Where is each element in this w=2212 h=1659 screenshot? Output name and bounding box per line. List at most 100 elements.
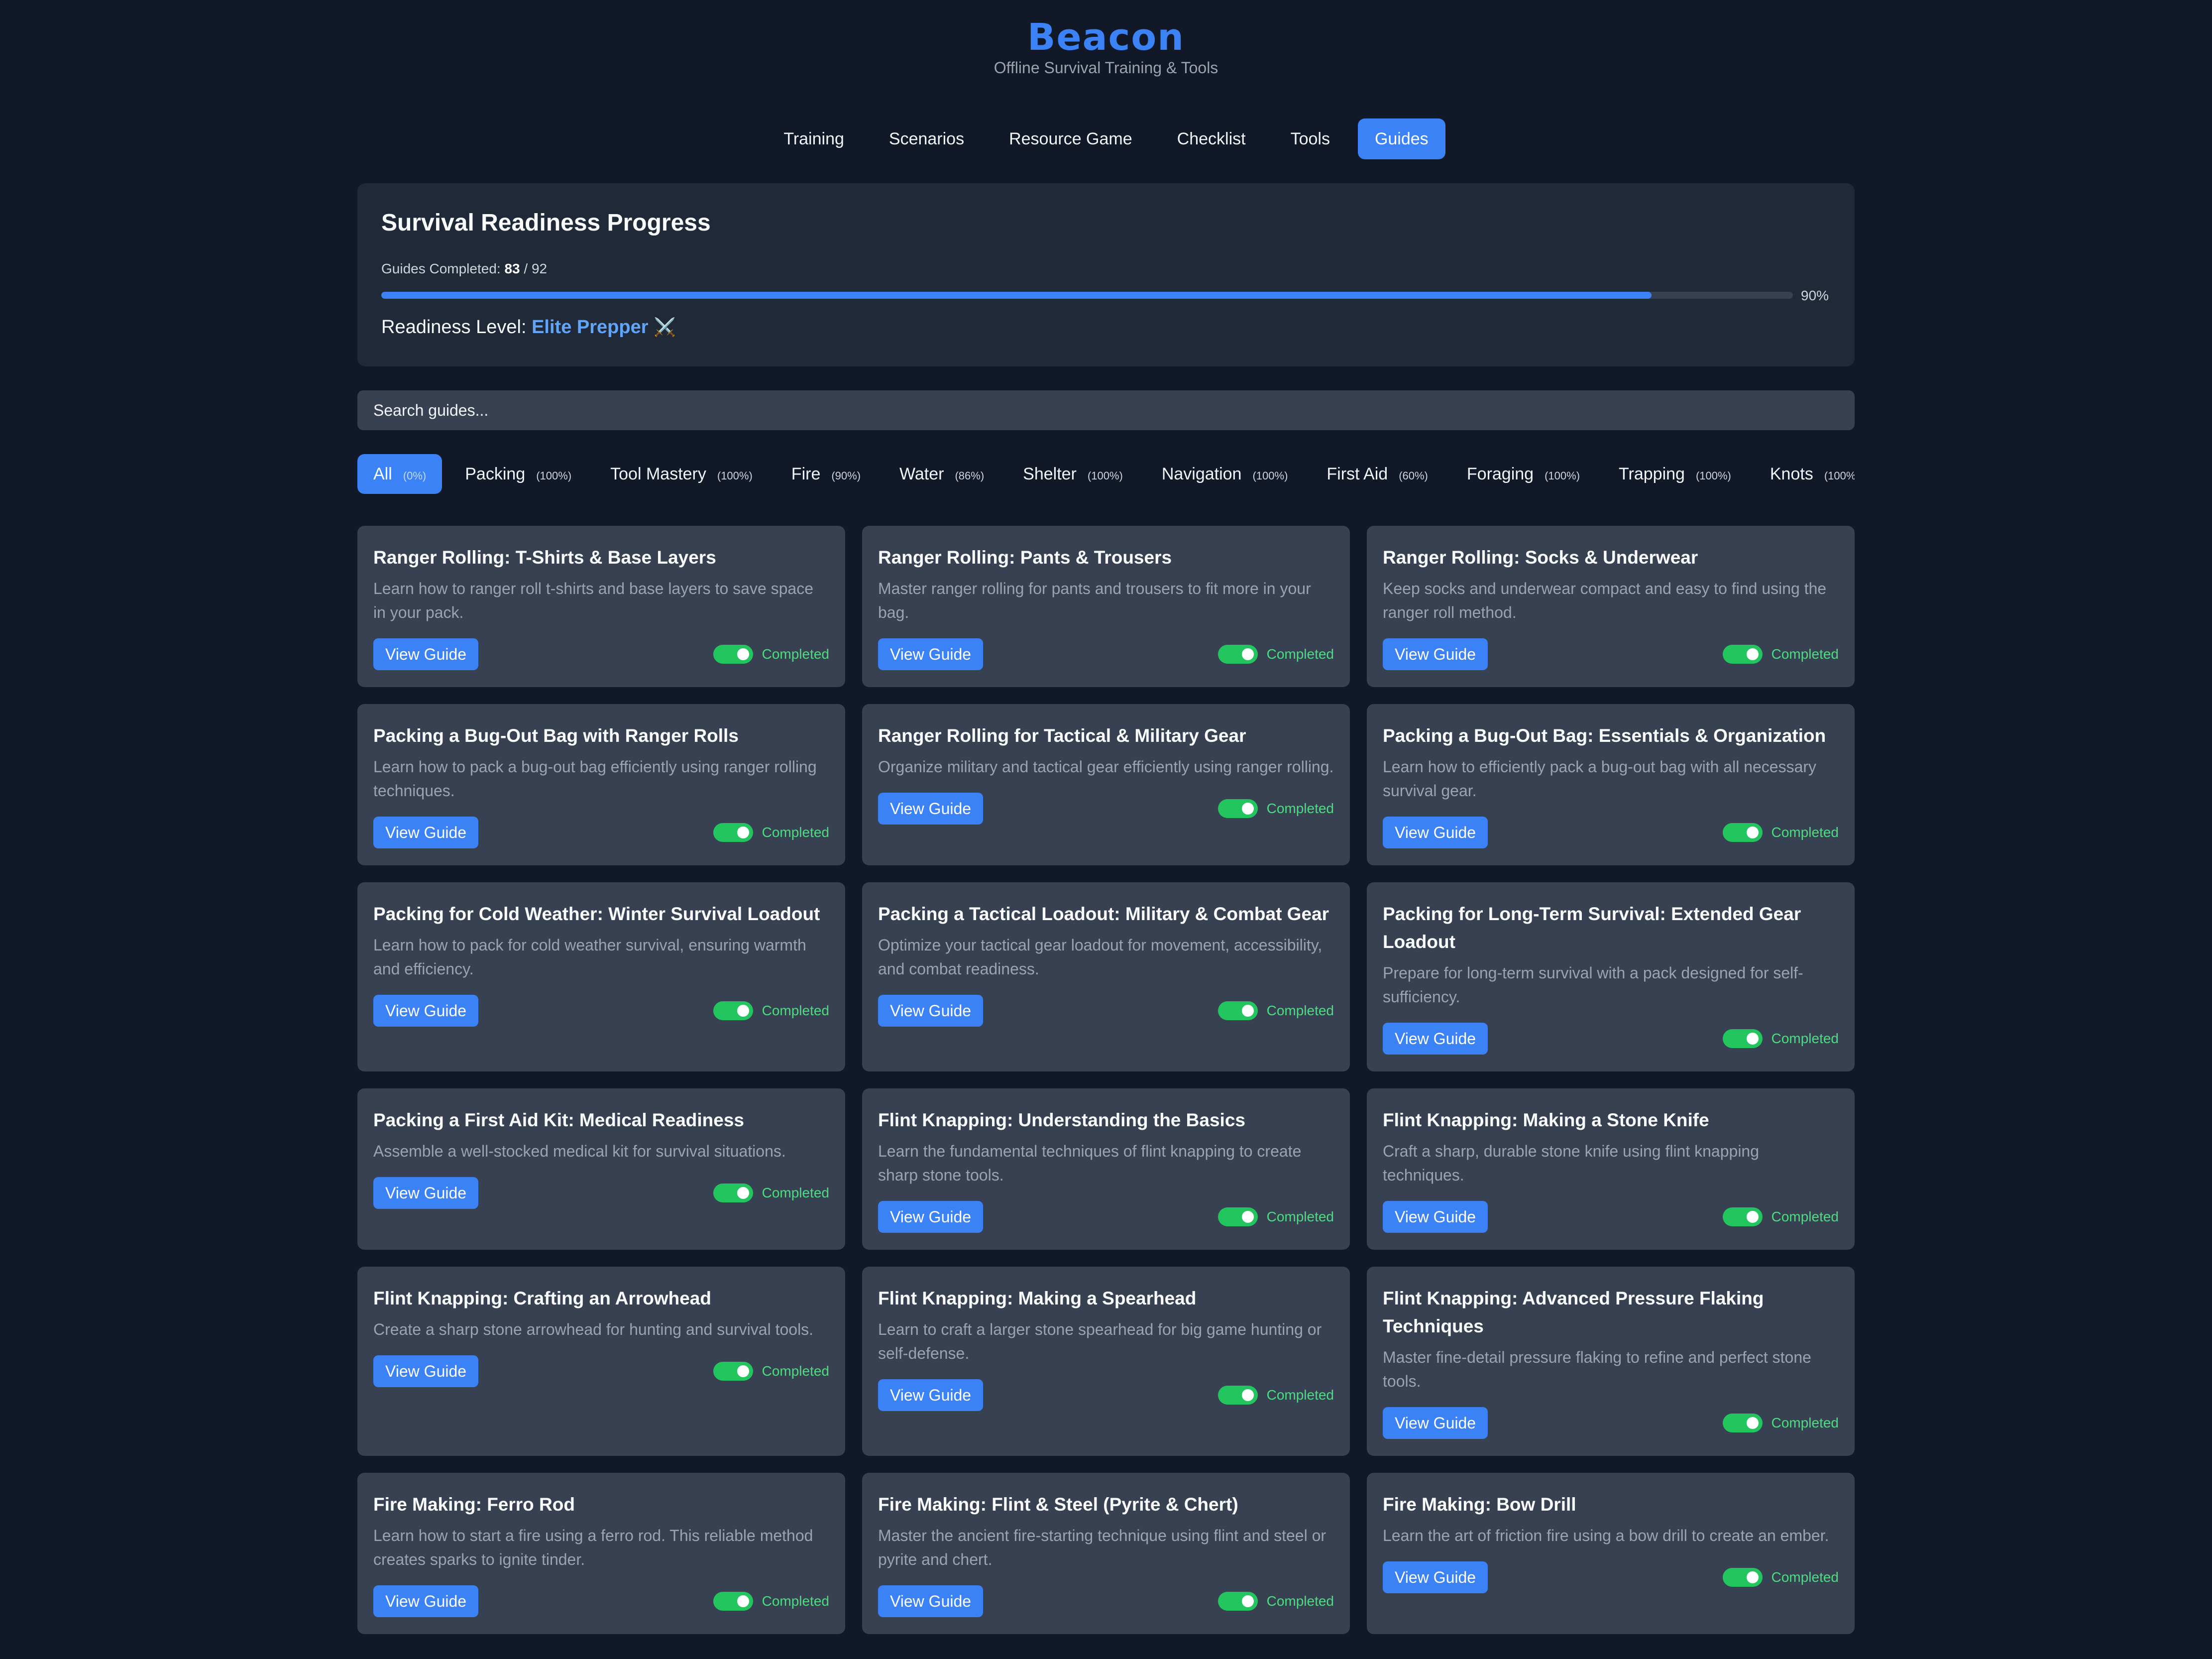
completed-toggle[interactable]	[1722, 1414, 1763, 1432]
filter-label: First Aid	[1327, 465, 1388, 483]
guide-description: Learn to craft a larger stone spearhead …	[878, 1320, 1322, 1362]
view-guide-button[interactable]: View Guide	[878, 1201, 984, 1233]
view-guide-button[interactable]: View Guide	[878, 995, 984, 1027]
guide-card: Flint Knapping: Making a Stone Knife Craf…	[1367, 1088, 1855, 1250]
filter-trapping[interactable]: Trapping (100%)	[1603, 454, 1747, 494]
filter-navigation[interactable]: Navigation (100%)	[1146, 454, 1304, 494]
completed-toggle[interactable]	[1217, 1386, 1258, 1405]
guides-total-count: 92	[531, 261, 548, 276]
filter-water[interactable]: Water (86%)	[884, 454, 1000, 494]
guide-card-footer: View Guide Completed	[878, 995, 1334, 1027]
view-guide-button[interactable]: View Guide	[1383, 1407, 1488, 1439]
guide-description: Learn how to efficiently pack a bug-out …	[1383, 758, 1817, 800]
view-guide-button[interactable]: View Guide	[1383, 1201, 1488, 1233]
completed-toggle[interactable]	[713, 1001, 753, 1020]
guides-separator: /	[524, 261, 532, 276]
tab-resource-game[interactable]: Resource Game	[992, 118, 1149, 159]
filter-foraging[interactable]: Foraging (100%)	[1451, 454, 1596, 494]
view-guide-button[interactable]: View Guide	[373, 817, 479, 848]
completed-toggle[interactable]	[1217, 1592, 1258, 1611]
view-guide-button[interactable]: View Guide	[373, 1585, 479, 1617]
toggle-knob	[1746, 648, 1759, 660]
completed-toggle[interactable]	[1217, 799, 1258, 818]
guides-completed-label: Guides Completed:	[381, 261, 501, 276]
completed-toggle[interactable]	[1217, 645, 1258, 664]
view-guide-button[interactable]: View Guide	[878, 638, 984, 670]
guide-title: Fire Making: Bow Drill	[1383, 1494, 1576, 1515]
guide-description: Master the ancient fire-starting techniq…	[878, 1527, 1327, 1568]
completed-toggle[interactable]	[1722, 1568, 1763, 1587]
completed-toggle[interactable]	[713, 823, 753, 842]
guide-card: Packing a Tactical Loadout: Military & C…	[862, 882, 1350, 1071]
app-subtitle: Offline Survival Training & Tools	[994, 59, 1218, 77]
search-input[interactable]	[357, 390, 1855, 430]
view-guide-button[interactable]: View Guide	[878, 1379, 984, 1411]
filter-shelter[interactable]: Shelter (100%)	[1007, 454, 1139, 494]
view-guide-button[interactable]: View Guide	[878, 1585, 984, 1617]
filter-percent: (100%)	[1252, 470, 1288, 482]
view-guide-button[interactable]: View Guide	[1383, 817, 1488, 848]
filter-knots[interactable]: Knots (100%)	[1754, 454, 1855, 494]
category-filters: All (0%) Packing (100%) Tool Mastery (100%) Fi…	[357, 454, 1855, 494]
progress-bar-fill	[381, 292, 1652, 299]
completion-status: Completed	[1217, 1592, 1334, 1611]
guide-card: Packing a Bug-Out Bag with Ranger Rolls L…	[357, 704, 845, 865]
filter-tool-mastery[interactable]: Tool Mastery (100%)	[594, 454, 769, 494]
completed-toggle[interactable]	[1722, 645, 1763, 664]
filter-label: Trapping	[1619, 465, 1685, 483]
completed-toggle[interactable]	[713, 645, 753, 664]
tab-scenarios[interactable]: Scenarios	[872, 118, 981, 159]
toggle-knob	[737, 1187, 749, 1199]
filter-fire[interactable]: Fire (90%)	[775, 454, 877, 494]
completion-status: Completed	[1722, 1207, 1839, 1226]
guide-title: Fire Making: Ferro Rod	[373, 1494, 575, 1515]
filter-label: Tool Mastery	[610, 465, 706, 483]
view-guide-button[interactable]: View Guide	[1383, 1023, 1488, 1055]
filter-label: Packing	[465, 465, 526, 483]
tab-tools[interactable]: Tools	[1274, 118, 1347, 159]
view-guide-button[interactable]: View Guide	[1383, 638, 1488, 670]
view-guide-button[interactable]: View Guide	[878, 793, 984, 825]
completion-status: Completed	[1722, 645, 1839, 664]
completed-label: Completed	[1266, 1387, 1334, 1403]
completed-toggle[interactable]	[713, 1592, 753, 1611]
completion-status: Completed	[1722, 823, 1839, 842]
guide-card: Fire Making: Bow Drill Learn the art of f…	[1367, 1473, 1855, 1634]
completed-toggle[interactable]	[1217, 1001, 1258, 1020]
progress-card: Survival Readiness Progress Guides Compl…	[357, 183, 1855, 366]
completed-toggle[interactable]	[1722, 1029, 1763, 1048]
view-guide-button[interactable]: View Guide	[373, 1177, 479, 1209]
guide-description: Organize military and tactical gear effi…	[878, 758, 1334, 776]
tab-checklist[interactable]: Checklist	[1160, 118, 1263, 159]
completion-status: Completed	[713, 1592, 829, 1611]
filter-all[interactable]: All (0%)	[357, 454, 442, 494]
completed-label: Completed	[762, 1363, 829, 1379]
completed-toggle[interactable]	[713, 1362, 753, 1381]
completed-toggle[interactable]	[1722, 1207, 1763, 1226]
view-guide-button[interactable]: View Guide	[373, 1355, 479, 1387]
completed-toggle[interactable]	[1722, 823, 1763, 842]
view-guide-button[interactable]: View Guide	[373, 638, 479, 670]
completed-label: Completed	[762, 1185, 829, 1200]
guide-description: Prepare for long-term survival with a pa…	[1383, 964, 1803, 1006]
toggle-knob	[737, 1005, 749, 1017]
progress-bar	[381, 292, 1793, 299]
guide-card: Packing for Cold Weather: Winter Surviva…	[357, 882, 845, 1071]
filter-first-aid[interactable]: First Aid (60%)	[1311, 454, 1444, 494]
toggle-knob	[737, 1595, 749, 1607]
guide-title: Ranger Rolling: Pants & Trousers	[878, 547, 1172, 568]
tab-training[interactable]: Training	[767, 118, 861, 159]
guide-card-footer: View Guide Completed	[373, 1355, 829, 1387]
guide-description: Master fine-detail pressure flaking to r…	[1383, 1348, 1811, 1390]
completed-toggle[interactable]	[713, 1184, 753, 1202]
view-guide-button[interactable]: View Guide	[1383, 1561, 1488, 1593]
toggle-knob	[1746, 827, 1759, 838]
guide-card-footer: View Guide Completed	[373, 1177, 829, 1209]
view-guide-button[interactable]: View Guide	[373, 995, 479, 1027]
guide-card: Flint Knapping: Understanding the Basics…	[862, 1088, 1350, 1250]
completed-toggle[interactable]	[1217, 1207, 1258, 1226]
filter-packing[interactable]: Packing (100%)	[449, 454, 587, 494]
tab-guides[interactable]: Guides	[1357, 118, 1445, 159]
guide-card: Fire Making: Flint & Steel (Pyrite & Che…	[862, 1473, 1350, 1634]
guide-description: Master ranger rolling for pants and trou…	[878, 580, 1311, 621]
